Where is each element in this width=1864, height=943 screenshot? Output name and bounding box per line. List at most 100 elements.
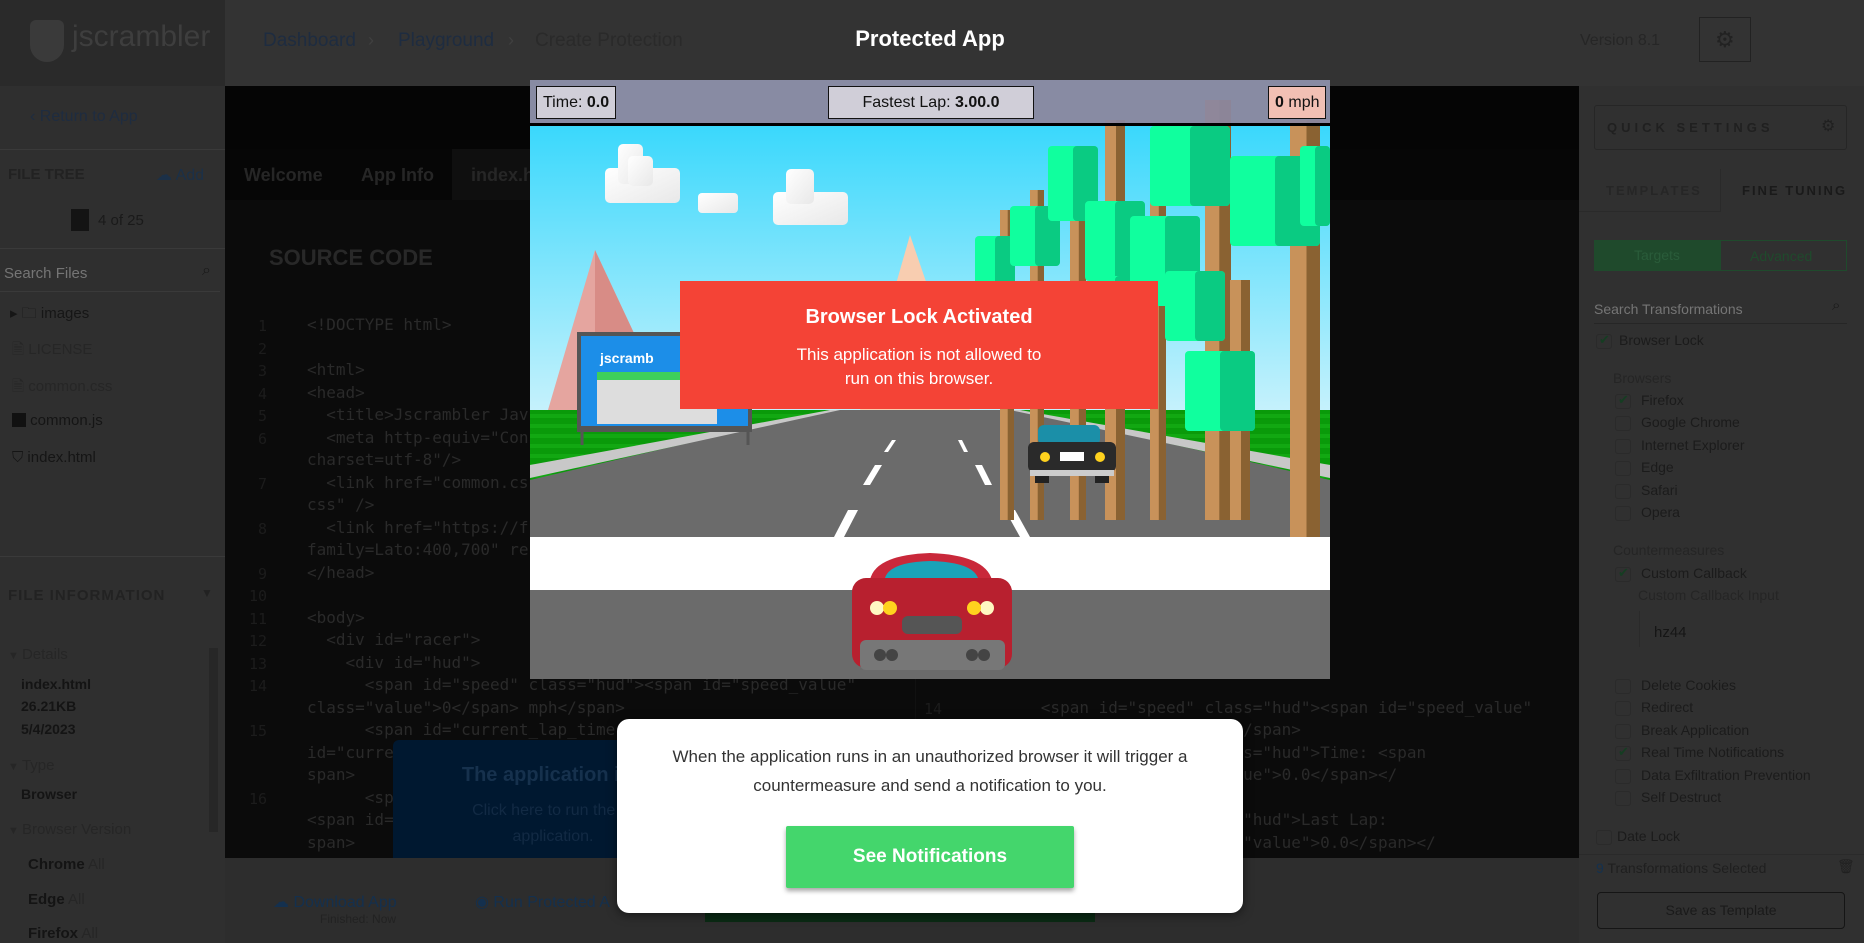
- line-number: 3: [257, 362, 267, 380]
- detail-size: 26.21KB: [21, 698, 77, 714]
- checkbox[interactable]: [1615, 506, 1631, 521]
- divider: [0, 248, 225, 249]
- caret-down-icon: ▼: [8, 650, 22, 662]
- checkbox[interactable]: ✔: [1615, 744, 1631, 762]
- search-transformations-input[interactable]: [1594, 296, 1824, 321]
- see-notifications-button[interactable]: See Notifications: [786, 826, 1074, 888]
- file-item[interactable]: 🗎 common.css: [12, 376, 112, 401]
- checkbox[interactable]: [1615, 438, 1631, 454]
- tab-fine-tuning[interactable]: FINE TUNING: [1720, 169, 1864, 212]
- checkbox[interactable]: [1615, 679, 1631, 694]
- file-item[interactable]: common.js: [12, 412, 103, 429]
- save-as-template-button[interactable]: Save as Template: [1597, 892, 1845, 929]
- file-item[interactable]: 🗎 LICENSE: [12, 339, 92, 364]
- divider: [1579, 854, 1864, 855]
- run-protected-app-button[interactable]: ◉ Run Protected A: [475, 892, 610, 912]
- tab-welcome[interactable]: Welcome: [244, 165, 323, 186]
- tab-app-info[interactable]: App Info: [361, 165, 434, 186]
- check-icon: ✔: [1599, 332, 1610, 347]
- breadcrumb-dashboard[interactable]: Dashboard: [263, 30, 356, 52]
- alert-title: Browser Lock Activated: [805, 306, 1033, 328]
- divider: [0, 556, 225, 557]
- browser-option[interactable]: Opera: [1641, 504, 1680, 520]
- divider: [0, 291, 220, 292]
- checkbox[interactable]: [1615, 483, 1631, 499]
- custom-callback-option[interactable]: Custom Callback: [1641, 565, 1747, 581]
- toggle-advanced[interactable]: Advanced: [1720, 240, 1847, 271]
- modal-title: Protected App: [855, 26, 1005, 51]
- browser-option[interactable]: Edge: [1641, 459, 1674, 475]
- line-number: 2: [257, 339, 267, 358]
- line-number: 11: [248, 609, 267, 628]
- chevron-left-icon: ‹: [30, 108, 40, 125]
- checkbox[interactable]: ✔: [1615, 392, 1631, 409]
- checkbox[interactable]: ✔: [1596, 332, 1612, 349]
- search-icon[interactable]: ⌕: [1832, 297, 1840, 314]
- countermeasure-option[interactable]: Self Destruct: [1641, 789, 1721, 805]
- file-item-folder[interactable]: ▸ 🗀 images: [10, 303, 89, 328]
- notification-card: When the application runs in an unauthor…: [617, 719, 1243, 913]
- add-label: Add: [175, 167, 205, 184]
- add-file-button[interactable]: ☁ Add: [156, 165, 204, 185]
- type-value: Browser: [21, 786, 78, 802]
- selected-count: 9 Transformations Selected: [1596, 860, 1767, 876]
- code-line: <body>: [307, 607, 365, 627]
- checkbox[interactable]: [1615, 791, 1631, 806]
- caret-down-icon: ▼: [8, 761, 22, 773]
- countermeasure-option[interactable]: Real Time Notifications: [1641, 744, 1784, 760]
- checkbox[interactable]: [1615, 461, 1631, 477]
- browser-lock-option[interactable]: Browser Lock: [1619, 332, 1704, 348]
- logo-text: jscrambler: [72, 20, 211, 53]
- tab-templates[interactable]: TEMPLATES: [1579, 169, 1720, 212]
- date-lock-option[interactable]: Date Lock: [1617, 828, 1680, 844]
- trash-icon[interactable]: 🗑: [1837, 858, 1855, 875]
- hud-time: Time: 0.0: [536, 86, 617, 119]
- browser-option[interactable]: Internet Explorer: [1641, 437, 1745, 453]
- detail-filename: index.html: [21, 676, 92, 692]
- countermeasure-option[interactable]: Break Application: [1641, 722, 1749, 738]
- file-info-title: FILE INFORMATION: [8, 587, 166, 604]
- details-toggle[interactable]: ▼ Details: [8, 646, 68, 663]
- alert-text: run on this browser.: [844, 369, 994, 388]
- checkbox[interactable]: [1615, 768, 1631, 784]
- line-number: 5: [257, 407, 267, 425]
- code-line: <link href="https://f: [307, 517, 529, 537]
- tree-part: [1220, 351, 1255, 431]
- type-toggle[interactable]: ▼ Type: [8, 757, 54, 774]
- checkbox[interactable]: [1615, 723, 1631, 739]
- browser-option[interactable]: Google Chrome: [1641, 414, 1740, 430]
- checkbox[interactable]: [1596, 830, 1612, 845]
- quick-settings-button[interactable]: QUICK SETTINGS ⚙: [1594, 105, 1847, 150]
- search-icon[interactable]: ⌕: [202, 262, 211, 280]
- sidebar: ‹ Return to App FILE TREE ☁ Add 4 of 25 …: [0, 86, 225, 943]
- browser-version-toggle[interactable]: ▼ Browser Version: [8, 821, 131, 838]
- settings-button[interactable]: ⚙: [1699, 17, 1751, 62]
- download-app-button[interactable]: ☁ Download App: [273, 892, 397, 912]
- caret-down-icon[interactable]: ▼: [201, 586, 213, 600]
- file-name: common.js: [30, 412, 103, 429]
- browser-lock-alert: Browser Lock Activated This application …: [680, 281, 1158, 409]
- game-canvas[interactable]: jscramb Time: 0.0 Fastest Lap: 3.00.0 0 …: [530, 80, 1330, 679]
- file-item[interactable]: ⛉ index.html: [12, 449, 96, 466]
- version-edge: Edge All: [28, 891, 85, 908]
- countermeasure-option[interactable]: Delete Cookies: [1641, 677, 1736, 693]
- countermeasure-option[interactable]: Redirect: [1641, 699, 1693, 715]
- file-tree-title: FILE TREE: [8, 166, 85, 183]
- detail-date: 5/4/2023: [21, 721, 76, 737]
- countermeasure-option[interactable]: Data Exfiltration Prevention: [1641, 767, 1811, 783]
- checkbox[interactable]: ✔: [1615, 565, 1631, 582]
- logo[interactable]: jscrambler: [0, 0, 225, 86]
- caret-right-icon: ▸: [10, 305, 22, 322]
- return-to-app-link[interactable]: ‹ Return to App: [30, 108, 138, 126]
- toggle-targets[interactable]: Targets: [1594, 240, 1720, 271]
- browser-option[interactable]: Safari: [1641, 482, 1678, 498]
- scrollbar[interactable]: [209, 648, 218, 832]
- line-number: 14: [248, 677, 267, 695]
- browser-option[interactable]: Firefox: [1641, 392, 1684, 408]
- search-files-input[interactable]: [4, 259, 194, 287]
- version-label: Version 8.1: [1580, 32, 1661, 49]
- breadcrumb-playground[interactable]: Playground: [398, 30, 494, 52]
- checkbox[interactable]: [1615, 701, 1631, 717]
- checkbox[interactable]: [1615, 416, 1631, 432]
- custom-callback-input[interactable]: hz44: [1639, 611, 1849, 647]
